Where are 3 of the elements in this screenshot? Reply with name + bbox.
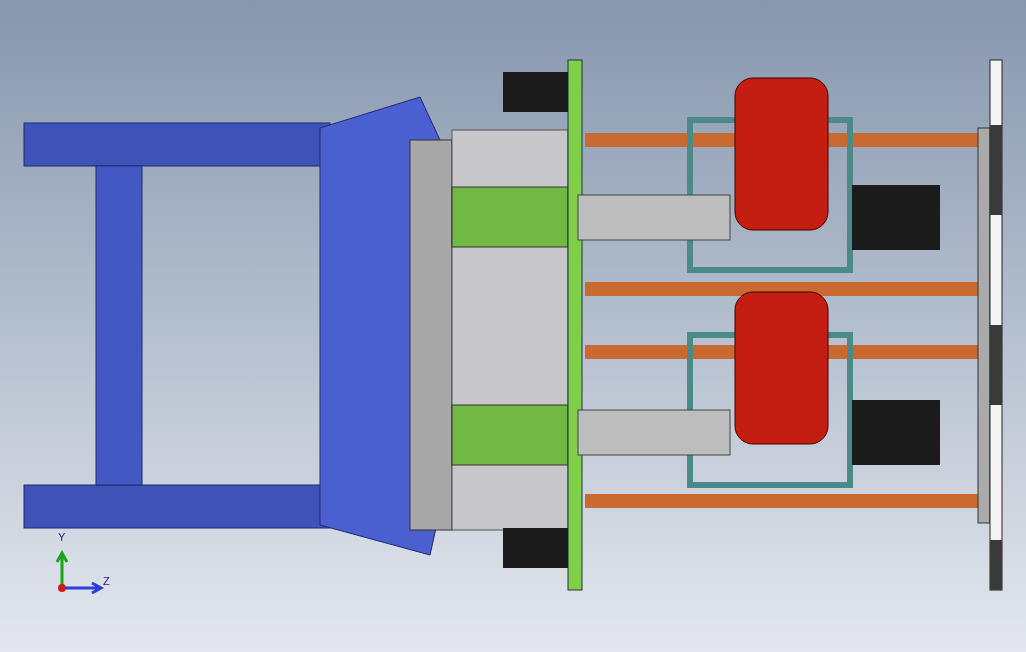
origin-dot-icon: [58, 584, 66, 592]
axis-label: Z: [103, 576, 110, 587]
axis-label: Y: [58, 532, 66, 543]
